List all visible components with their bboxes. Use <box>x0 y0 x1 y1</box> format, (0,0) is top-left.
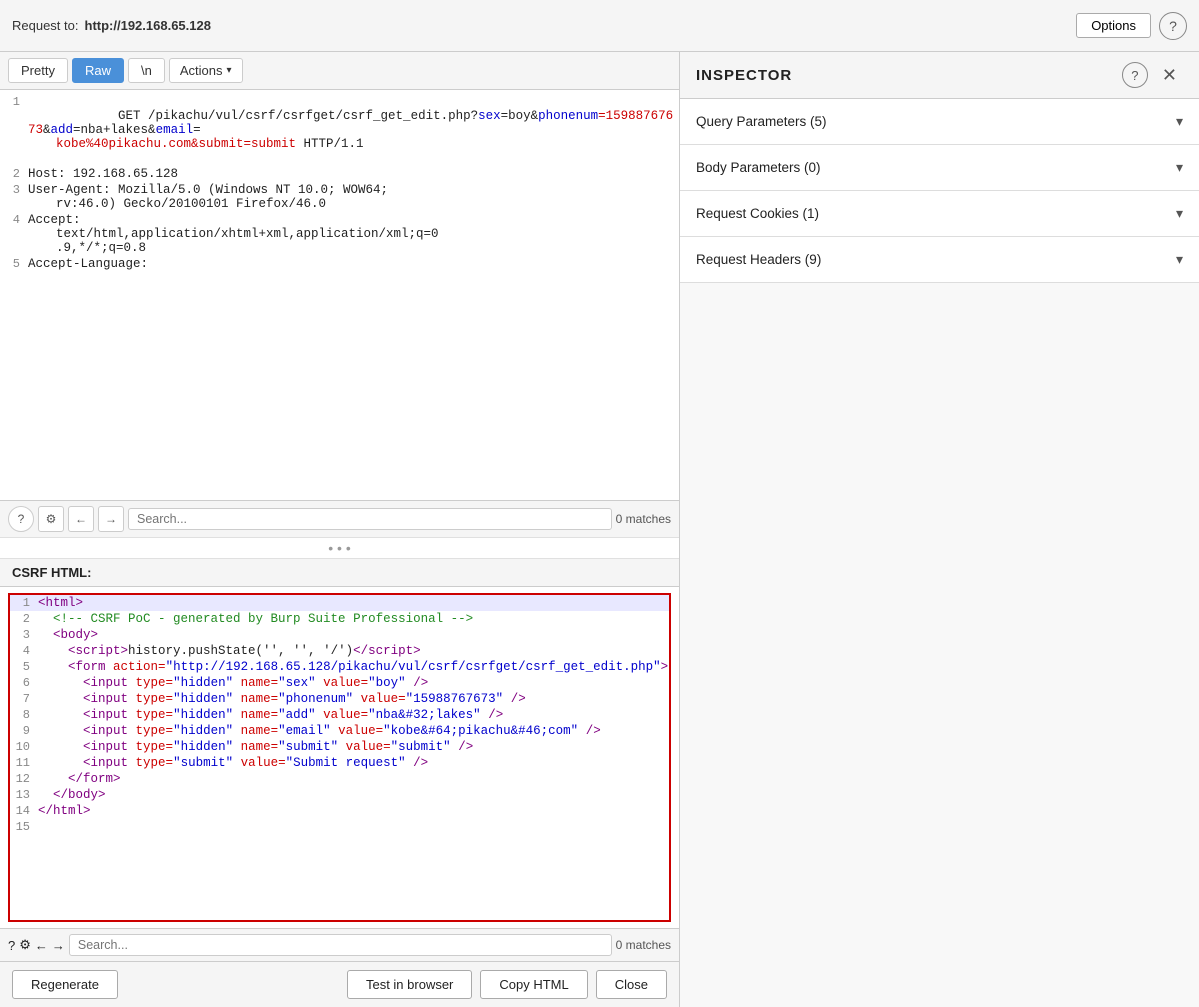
request-line-4: 4 Accept:text/html,application/xhtml+xml… <box>0 212 679 256</box>
inspector-section-cookies: Request Cookies (1) ▾ <box>680 191 1199 237</box>
top-bar-right: Options ? <box>1076 12 1187 40</box>
csrf-line-3: 3 <body> <box>10 627 669 643</box>
cookies-label: Request Cookies (1) <box>696 206 819 221</box>
search-bar-bottom: ? ⚙ ← → 0 matches <box>0 928 679 961</box>
bottom-search-prev-icon[interactable]: ← <box>35 938 48 953</box>
request-line-3: 3 User-Agent: Mozilla/5.0 (Windows NT 10… <box>0 182 679 212</box>
csrf-line-9: 9 <input type="hidden" name="email" valu… <box>10 723 669 739</box>
csrf-label: CSRF HTML: <box>0 559 679 587</box>
search-input-bottom[interactable] <box>69 934 612 956</box>
headers-chevron: ▾ <box>1176 251 1183 268</box>
search-next-icon[interactable]: → <box>98 506 124 532</box>
search-help-icon[interactable]: ? <box>8 506 34 532</box>
inspector-section-body-params: Body Parameters (0) ▾ <box>680 145 1199 191</box>
inspector-section-query-params: Query Parameters (5) ▾ <box>680 99 1199 145</box>
cookies-chevron: ▾ <box>1176 205 1183 222</box>
action-btn-group: Test in browser Copy HTML Close <box>347 970 667 999</box>
csrf-line-10: 10 <input type="hidden" name="submit" va… <box>10 739 669 755</box>
csrf-line-4: 4 <script>history.pushState('', '', '/')… <box>10 643 669 659</box>
csrf-line-8: 8 <input type="hidden" name="add" value=… <box>10 707 669 723</box>
request-url-label: Request to: http://192.168.65.128 <box>12 18 211 33</box>
left-panel: Pretty Raw \n Actions ▾ 1 GET /pikachu/v… <box>0 52 680 1007</box>
csrf-line-11: 11 <input type="submit" value="Submit re… <box>10 755 669 771</box>
body-params-label: Body Parameters (0) <box>696 160 821 175</box>
options-button[interactable]: Options <box>1076 13 1151 38</box>
close-button[interactable]: Close <box>596 970 667 999</box>
search-prev-icon[interactable]: ← <box>68 506 94 532</box>
test-in-browser-button[interactable]: Test in browser <box>347 970 472 999</box>
tab-newline[interactable]: \n <box>128 58 165 83</box>
chevron-down-icon: ▾ <box>226 65 231 76</box>
bottom-action-bar: Regenerate Test in browser Copy HTML Clo… <box>0 961 679 1007</box>
csrf-line-12: 12 </form> <box>10 771 669 787</box>
tab-pretty[interactable]: Pretty <box>8 58 68 83</box>
regenerate-button[interactable]: Regenerate <box>12 970 118 999</box>
inspector-sections: Query Parameters (5) ▾ Body Parameters (… <box>680 99 1199 1007</box>
csrf-line-13: 13 </body> <box>10 787 669 803</box>
csrf-line-7: 7 <input type="hidden" name="phonenum" v… <box>10 691 669 707</box>
query-params-label: Query Parameters (5) <box>696 114 827 129</box>
top-bar: Request to: http://192.168.65.128 Option… <box>0 0 1199 52</box>
tab-bar: Pretty Raw \n Actions ▾ <box>0 52 679 90</box>
bottom-search-settings-icon[interactable]: ⚙ <box>19 937 31 953</box>
search-settings-icon[interactable]: ⚙ <box>38 506 64 532</box>
inspector-close-icon[interactable]: ✕ <box>1156 63 1183 88</box>
tab-raw[interactable]: Raw <box>72 58 124 83</box>
csrf-line-6: 6 <input type="hidden" name="sex" value=… <box>10 675 669 691</box>
request-line-5: 5 Accept-Language: <box>0 256 679 272</box>
inspector-help-icon[interactable]: ? <box>1122 62 1148 88</box>
inspector-icons: ? ✕ <box>1122 62 1183 88</box>
query-params-chevron: ▾ <box>1176 113 1183 130</box>
bottom-search-help-icon[interactable]: ? <box>8 938 15 953</box>
bottom-search-next-icon[interactable]: → <box>52 938 65 953</box>
matches-count-top: 0 matches <box>616 512 671 526</box>
inspector-title: INSPECTOR <box>696 67 792 84</box>
csrf-section: CSRF HTML: 1 <html> 2 <!-- CSRF PoC - ge… <box>0 559 679 961</box>
csrf-line-1: 1 <html> <box>10 595 669 611</box>
cookies-header[interactable]: Request Cookies (1) ▾ <box>680 191 1199 236</box>
search-input-top[interactable] <box>128 508 612 530</box>
request-area[interactable]: 1 GET /pikachu/vul/csrf/csrfget/csrf_get… <box>0 90 679 500</box>
csrf-line-5: 5 <form action="http://192.168.65.128/pi… <box>10 659 669 675</box>
csrf-line-15: 15 <box>10 819 669 835</box>
csrf-line-2: 2 <!-- CSRF PoC - generated by Burp Suit… <box>10 611 669 627</box>
search-bar-top: ? ⚙ ← → 0 matches <box>0 500 679 537</box>
headers-header[interactable]: Request Headers (9) ▾ <box>680 237 1199 282</box>
request-url-text: http://192.168.65.128 <box>85 18 211 33</box>
matches-count-bottom: 0 matches <box>616 938 671 952</box>
body-params-chevron: ▾ <box>1176 159 1183 176</box>
request-line-2: 2 Host: 192.168.65.128 <box>0 166 679 182</box>
csrf-line-14: 14 </html> <box>10 803 669 819</box>
inspector-header: INSPECTOR ? ✕ <box>680 52 1199 99</box>
csrf-code-area[interactable]: 1 <html> 2 <!-- CSRF PoC - generated by … <box>8 593 671 922</box>
request-line-1: 1 GET /pikachu/vul/csrf/csrfget/csrf_get… <box>0 94 679 166</box>
copy-html-button[interactable]: Copy HTML <box>480 970 587 999</box>
tab-actions[interactable]: Actions ▾ <box>169 58 243 83</box>
body-params-header[interactable]: Body Parameters (0) ▾ <box>680 145 1199 190</box>
inspector-section-headers: Request Headers (9) ▾ <box>680 237 1199 283</box>
content-area: Pretty Raw \n Actions ▾ 1 GET /pikachu/v… <box>0 52 1199 1007</box>
request-label-text: Request to: <box>12 18 79 33</box>
divider: • • • <box>0 537 679 559</box>
query-params-header[interactable]: Query Parameters (5) ▾ <box>680 99 1199 144</box>
right-panel: INSPECTOR ? ✕ Query Parameters (5) ▾ Bod… <box>680 52 1199 1007</box>
help-icon[interactable]: ? <box>1159 12 1187 40</box>
headers-label: Request Headers (9) <box>696 252 821 267</box>
